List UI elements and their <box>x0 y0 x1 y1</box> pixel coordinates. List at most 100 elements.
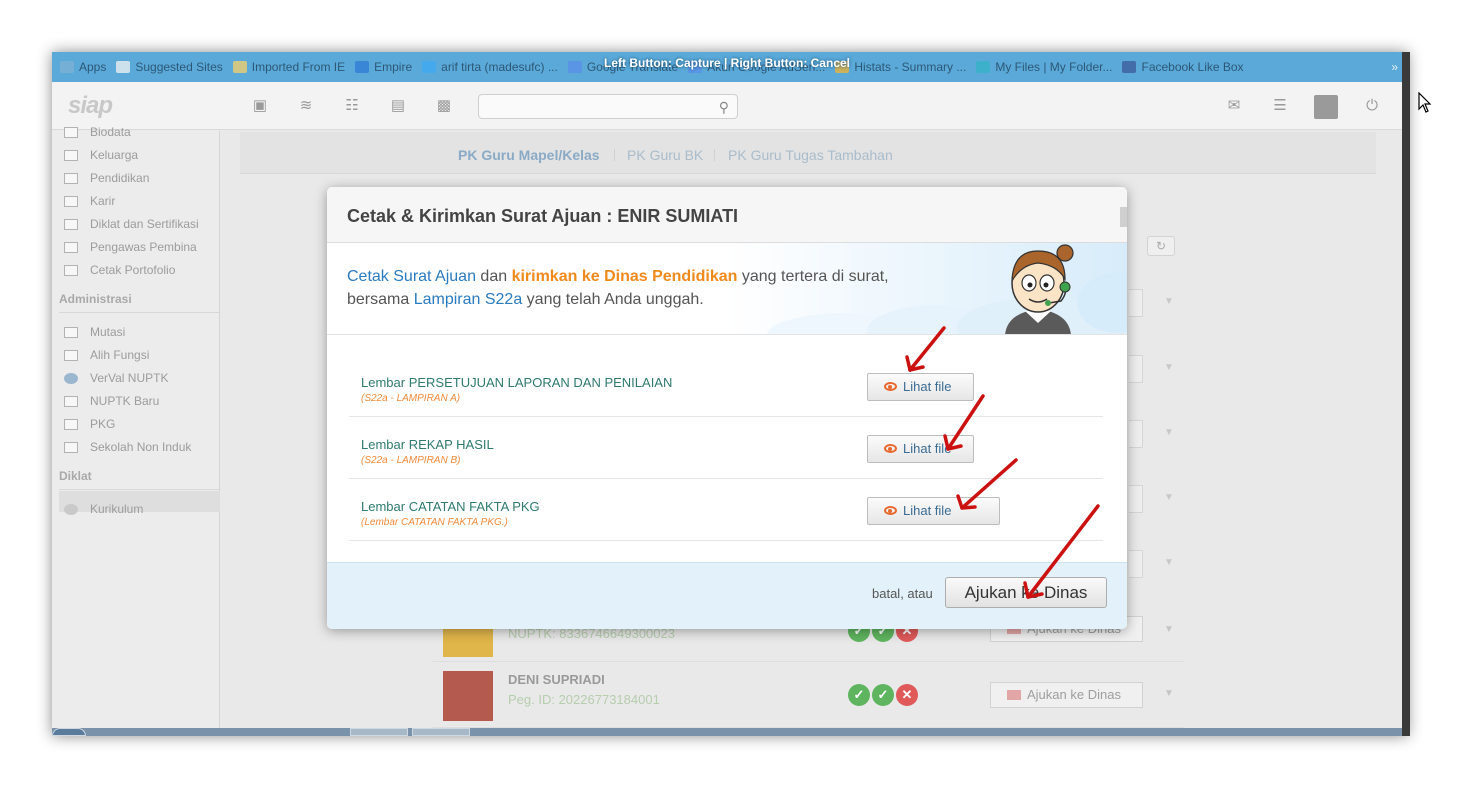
taskbar <box>52 728 1408 736</box>
eye-icon <box>884 444 897 453</box>
sidebar-item-cetak-portofolio[interactable]: Cetak Portofolio <box>64 260 175 280</box>
document-subtitle: (S22a - LAMPIRAN B) <box>361 455 461 466</box>
id-card-icon <box>64 195 78 207</box>
sidebar-item-mutasi[interactable]: Mutasi <box>64 322 125 342</box>
sidebar: Biodata Keluarga Pendidikan Karir Diklat… <box>52 125 220 736</box>
check-icon: ✓ <box>872 684 894 706</box>
id-card-icon <box>64 218 78 230</box>
tab-pk-guru-tugas-tambahan[interactable]: PK Guru Tugas Tambahan <box>728 147 893 163</box>
chevron-down-icon[interactable]: ▼ <box>1164 688 1174 699</box>
tab-pk-guru-mapel[interactable]: PK Guru Mapel/Kelas <box>458 147 600 163</box>
scrollbar[interactable] <box>1120 207 1127 227</box>
sidebar-item-alih-fungsi[interactable]: Alih Fungsi <box>64 345 149 365</box>
taskbar-item[interactable] <box>350 728 408 736</box>
document-title: Lembar PERSETUJUAN LAPORAN DAN PENILAIAN <box>361 375 673 390</box>
sidebar-item-verval-nuptk[interactable]: VerVal NUPTK <box>64 368 168 388</box>
avatar[interactable] <box>1314 95 1338 119</box>
siap-logo[interactable]: siap <box>68 92 113 120</box>
sidebar-item-karir[interactable]: Karir <box>64 191 115 211</box>
row-action-button[interactable] <box>1129 485 1143 513</box>
info-icon <box>64 372 78 384</box>
ajukan-ke-dinas-submit-button[interactable]: Ajukan ke Dinas <box>945 577 1107 608</box>
sidebar-item-pengawas-pembina[interactable]: Pengawas Pembina <box>64 237 197 257</box>
send-icon <box>1007 690 1021 700</box>
sidebar-item-sekolah-non-induk[interactable]: Sekolah Non Induk <box>64 437 191 457</box>
search-icon[interactable]: ⚲ <box>719 99 729 116</box>
page-icon <box>64 395 78 407</box>
mail-icon[interactable]: ✉ <box>1226 98 1242 114</box>
check-icon: ✓ <box>848 684 870 706</box>
sidebar-item-diklat-sertifikasi[interactable]: Diklat dan Sertifikasi <box>64 214 199 234</box>
document-title: Lembar REKAP HASIL <box>361 437 494 452</box>
bookmarks-more-button[interactable]: » <box>1391 60 1398 74</box>
browser-window: Apps Suggested Sites Imported From IE Em… <box>52 52 1408 736</box>
id-card-icon <box>64 126 78 138</box>
dialog-header: Cetak & Kirimkan Surat Ajuan : ENIR SUMI… <box>327 187 1127 243</box>
row-action-button[interactable] <box>1129 289 1143 317</box>
support-mascot-icon <box>1005 244 1074 334</box>
sidebar-section-diklat: Diklat <box>59 469 92 483</box>
teacher-photo <box>443 671 493 721</box>
sidebar-item-biodata[interactable]: Biodata <box>64 122 131 142</box>
row-action-button[interactable] <box>1129 550 1143 578</box>
person-icon <box>64 349 78 361</box>
window-edge <box>1402 52 1410 736</box>
divider <box>714 149 715 161</box>
sidebar-section-administrasi: Administrasi <box>59 292 132 306</box>
document-subtitle: (Lembar CATATAN FAKTA PKG.) <box>361 517 508 528</box>
start-button[interactable] <box>52 728 86 736</box>
table-row: DENI SUPRIADI Peg. ID: 20226773184001 ✓ … <box>432 664 1184 728</box>
tab-pk-guru-bk[interactable]: PK Guru BK <box>627 147 703 163</box>
chart-icon <box>64 418 78 430</box>
chevron-down-icon[interactable]: ▼ <box>1164 557 1174 568</box>
id-card-icon <box>64 241 78 253</box>
bookmarks-bar: Apps Suggested Sites Imported From IE Em… <box>52 52 1408 82</box>
eye-icon <box>884 382 897 391</box>
sidebar-item-kurikulum[interactable]: Kurikulum <box>64 499 143 519</box>
view-file-button[interactable]: Lihat file <box>867 497 1000 525</box>
row-action-button[interactable] <box>1129 355 1143 383</box>
dialog-title: Cetak & Kirimkan Surat Ajuan : ENIR SUMI… <box>347 206 739 226</box>
chevron-down-icon[interactable]: ▼ <box>1164 492 1174 503</box>
chevron-down-icon[interactable]: ▼ <box>1164 624 1174 635</box>
refresh-button[interactable]: ↻ <box>1147 236 1175 256</box>
cross-icon: ✕ <box>896 684 918 706</box>
id-card-icon <box>64 172 78 184</box>
sidebar-item-pendidikan[interactable]: Pendidikan <box>64 168 149 188</box>
mouse-cursor-icon <box>1418 92 1432 113</box>
capture-banner: Left Button: Capture | Right Button: Can… <box>604 56 850 70</box>
document-title: Lembar CATATAN FAKTA PKG <box>361 499 540 514</box>
info-icon <box>64 503 78 515</box>
dialog-instructions: Cetak Surat Ajuan dan kirimkan ke Dinas … <box>347 268 889 308</box>
list-icon[interactable]: ☰ <box>1272 98 1288 114</box>
rss-icon[interactable]: ≋ <box>298 98 314 114</box>
view-file-button[interactable]: Lihat file <box>867 435 974 463</box>
dialog-footer: batal, atau Ajukan ke Dinas <box>327 562 1127 629</box>
pk-tabs: PK Guru Mapel/Kelas PK Guru BK PK Guru T… <box>240 132 1376 174</box>
divider <box>614 149 615 161</box>
ajukan-ke-dinas-button[interactable]: Ajukan ke Dinas <box>990 682 1143 708</box>
chevron-down-icon[interactable]: ▼ <box>1164 362 1174 373</box>
document-icon[interactable]: ▤ <box>390 98 406 114</box>
view-file-button[interactable]: Lihat file <box>867 373 974 401</box>
taskbar-item[interactable] <box>412 728 470 736</box>
cube-icon[interactable]: ▣ <box>252 98 268 114</box>
row-action-button[interactable] <box>1129 420 1143 448</box>
sidebar-item-keluarga[interactable]: Keluarga <box>64 145 138 165</box>
sidebar-item-pkg[interactable]: PKG <box>64 414 115 434</box>
document-subtitle: (S22a - LAMPIRAN A) <box>361 393 461 404</box>
document-row: Lembar REKAP HASIL (S22a - LAMPIRAN B) L… <box>349 417 1103 479</box>
search-input[interactable]: ⚲ <box>478 94 738 119</box>
id-card-icon <box>64 264 78 276</box>
chevron-down-icon[interactable]: ▼ <box>1164 427 1174 438</box>
power-icon[interactable]: ⏻ <box>1364 98 1380 114</box>
chevron-down-icon[interactable]: ▼ <box>1164 296 1174 307</box>
mutasi-icon <box>64 326 78 338</box>
binoculars-icon[interactable]: ☷ <box>344 98 360 114</box>
eye-icon <box>884 506 897 515</box>
school-icon <box>64 441 78 453</box>
cancel-link[interactable]: batal, atau <box>872 586 933 601</box>
contact-card-icon[interactable]: ▩ <box>436 98 452 114</box>
document-row: Lembar CATATAN FAKTA PKG (Lembar CATATAN… <box>349 479 1103 541</box>
sidebar-item-nuptk-baru[interactable]: NUPTK Baru <box>64 391 159 411</box>
